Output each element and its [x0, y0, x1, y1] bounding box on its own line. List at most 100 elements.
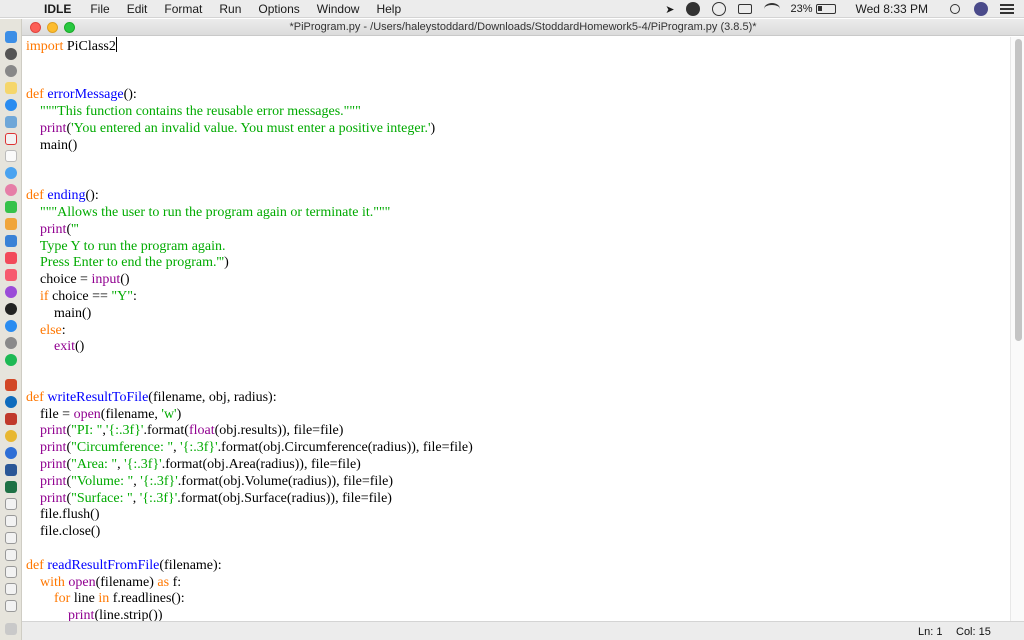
code-line[interactable]: file.close() [26, 524, 473, 541]
code-line[interactable]: print("Volume: ", '{:.3f}'.format(obj.Vo… [26, 474, 473, 491]
code-line[interactable]: file = open(filename, 'w') [26, 407, 473, 424]
menu-format[interactable]: Format [164, 2, 202, 16]
menu-window[interactable]: Window [317, 2, 360, 16]
idle-3-icon[interactable] [5, 549, 17, 561]
time-machine-icon[interactable] [712, 2, 727, 16]
code-line[interactable] [26, 541, 473, 558]
trash-icon[interactable] [5, 623, 17, 635]
location-arrow-icon[interactable]: ➤ [665, 3, 674, 16]
code-line[interactable]: def errorMessage(): [26, 87, 473, 104]
reminders-icon[interactable] [5, 150, 17, 162]
code-line[interactable]: def readResultFromFile(filename): [26, 558, 473, 575]
menu-options[interactable]: Options [258, 2, 299, 16]
code-line[interactable]: with open(filename) as f: [26, 575, 473, 592]
notification-center-icon[interactable] [1000, 4, 1014, 14]
python-launcher-icon[interactable] [5, 498, 17, 510]
music-icon[interactable] [5, 269, 17, 281]
news-icon[interactable] [5, 252, 17, 264]
photo-booth-icon[interactable] [5, 413, 17, 425]
code-token: def [26, 389, 44, 405]
app-store-2-icon[interactable] [5, 320, 17, 332]
scroll-thumb[interactable] [1015, 39, 1022, 341]
code-line[interactable]: Type Y to run the program again. [26, 239, 473, 256]
menu-help[interactable]: Help [376, 2, 401, 16]
menu-edit[interactable]: Edit [127, 2, 148, 16]
code-token: readResultFromFile [47, 557, 160, 573]
code-line[interactable] [26, 155, 473, 172]
code-line[interactable]: for line in f.readlines(): [26, 591, 473, 608]
code-line[interactable]: def ending(): [26, 188, 473, 205]
code-line[interactable]: main() [26, 306, 473, 323]
powerpoint-icon[interactable] [5, 379, 17, 391]
system-preferences-icon[interactable] [5, 337, 17, 349]
code-line[interactable]: print("PI: ",'{:.3f}'.format(float(obj.r… [26, 423, 473, 440]
facetime-icon[interactable] [5, 201, 17, 213]
code-token: choice == [48, 288, 112, 304]
code-line[interactable] [26, 171, 473, 188]
airplay-icon[interactable] [738, 4, 753, 14]
keynote-icon[interactable] [5, 235, 17, 247]
messages-icon[interactable] [5, 167, 17, 179]
code-line[interactable] [26, 373, 473, 390]
code-line[interactable]: """Allows the user to run the program ag… [26, 205, 473, 222]
code-token: ''' [71, 221, 79, 237]
code-line[interactable]: file.flush() [26, 507, 473, 524]
idle-icon[interactable] [5, 515, 17, 527]
photos-icon[interactable] [5, 184, 17, 196]
code-line[interactable]: print('You entered an invalid value. You… [26, 121, 473, 138]
siri-icon[interactable] [974, 2, 988, 16]
code-text[interactable]: import PiClass2 def errorMessage(): """T… [26, 37, 473, 621]
podcasts-icon[interactable] [5, 286, 17, 298]
vertical-scrollbar[interactable] [1010, 37, 1024, 621]
window-title-bar[interactable]: *PiProgram.py - /Users/haleystoddard/Dow… [22, 19, 1024, 36]
code-line[interactable]: main() [26, 138, 473, 155]
battery-icon[interactable] [815, 4, 836, 14]
menu-file[interactable]: File [90, 2, 109, 16]
wifi-icon[interactable] [764, 3, 781, 15]
code-line[interactable]: print("Area: ", '{:.3f}'.format(obj.Area… [26, 457, 473, 474]
code-line[interactable]: choice = input() [26, 272, 473, 289]
code-line[interactable]: import PiClass2 [26, 37, 473, 54]
code-line[interactable] [26, 54, 473, 71]
word-icon[interactable] [5, 464, 17, 476]
clock[interactable]: Wed 8:33 PM [856, 2, 928, 16]
idle-2-icon[interactable] [5, 532, 17, 544]
excel-icon[interactable] [5, 481, 17, 493]
code-line[interactable]: print("Circumference: ", '{:.3f}'.format… [26, 440, 473, 457]
idle-5-icon[interactable] [5, 583, 17, 595]
outlook-icon[interactable] [5, 396, 17, 408]
calendar-icon[interactable] [5, 133, 17, 145]
code-line[interactable]: """This function contains the reusable e… [26, 104, 473, 121]
spotify-icon[interactable] [5, 354, 17, 366]
launchpad-icon[interactable] [5, 48, 17, 60]
apple-tv-icon[interactable] [5, 303, 17, 315]
code-line[interactable]: exit() [26, 339, 473, 356]
app-store-icon[interactable] [5, 99, 17, 111]
code-token: '{:.3f}' [140, 473, 178, 489]
code-line[interactable]: if choice == "Y": [26, 289, 473, 306]
menu-app-name[interactable]: IDLE [44, 2, 71, 16]
preview-icon[interactable] [5, 116, 17, 128]
code-line[interactable]: def writeResultToFile(filename, obj, rad… [26, 390, 473, 407]
menu-run[interactable]: Run [219, 2, 241, 16]
code-line[interactable]: print("Surface: ", '{:.3f}'.format(obj.S… [26, 491, 473, 508]
numbers-icon[interactable] [5, 218, 17, 230]
idle-6-icon[interactable] [5, 600, 17, 612]
code-line[interactable]: print(''' [26, 222, 473, 239]
code-line[interactable] [26, 356, 473, 373]
code-editor[interactable]: import PiClass2 def errorMessage(): """T… [22, 37, 1010, 621]
notes-icon[interactable] [5, 82, 17, 94]
code-line[interactable]: Press Enter to end the program.''') [26, 255, 473, 272]
code-line[interactable] [26, 71, 473, 88]
chrome-icon[interactable] [5, 430, 17, 442]
safari-icon[interactable] [5, 65, 17, 77]
code-line[interactable]: print(line.strip()) [26, 608, 473, 621]
finder-icon[interactable] [5, 31, 17, 43]
vpn-icon[interactable] [5, 447, 17, 459]
code-line[interactable]: else: [26, 323, 473, 340]
spotlight-search-icon[interactable] [950, 4, 960, 14]
creative-cloud-icon[interactable] [686, 2, 701, 16]
idle-4-icon[interactable] [5, 566, 17, 578]
